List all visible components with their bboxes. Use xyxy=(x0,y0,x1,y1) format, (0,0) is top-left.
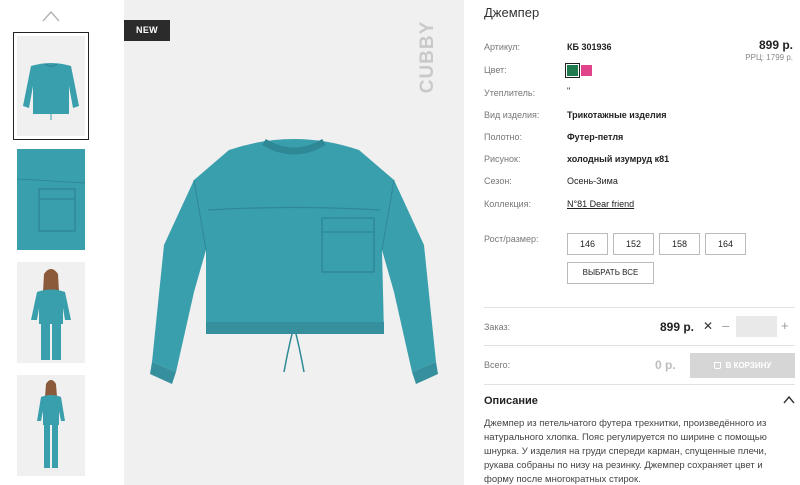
recommended-price: РРЦ: 1799 р. xyxy=(745,53,793,62)
main-product-photo[interactable]: NEW CUBBY xyxy=(124,0,464,485)
color-swatch-pink[interactable] xyxy=(581,65,592,76)
thumbnail-1[interactable] xyxy=(13,32,89,140)
product-page: NEW CUBBY Джемпер 899 р. РРЦ: 1799 р. Ар… xyxy=(0,0,800,485)
size-button-152[interactable]: 152 xyxy=(613,233,654,255)
order-label: Заказ: xyxy=(484,322,511,332)
thumbnail-2[interactable] xyxy=(17,149,85,250)
add-to-cart-label: В КОРЗИНУ xyxy=(725,361,772,370)
description-title: Описание xyxy=(484,395,538,407)
product-title: Джемпер xyxy=(484,5,540,20)
thumbnail-model-front-image xyxy=(17,262,85,363)
total-value: 0 р. xyxy=(655,358,676,372)
product-price: 899 р. xyxy=(758,38,793,52)
size-button-164[interactable]: 164 xyxy=(705,233,746,255)
quantity-minus-button[interactable]: – xyxy=(722,318,729,333)
quantity-input[interactable] xyxy=(736,316,777,337)
divider xyxy=(484,345,795,346)
spec-label-article: Артикул: xyxy=(484,42,521,52)
spec-label-insulation: Утеплитель: xyxy=(484,88,536,98)
spec-label-fabric: Полотно: xyxy=(484,132,523,142)
collection-link[interactable]: N°81 Dear friend xyxy=(567,199,634,209)
order-price: 899 р. xyxy=(660,320,695,334)
select-all-button[interactable]: ВЫБРАТЬ ВСЕ xyxy=(567,262,654,284)
thumbnail-4[interactable] xyxy=(17,375,85,476)
bag-icon xyxy=(713,362,721,369)
size-label: Рост/размер: xyxy=(484,234,539,244)
add-to-cart-button[interactable]: В КОРЗИНУ xyxy=(690,353,795,378)
thumbnail-pocket-image xyxy=(17,149,85,250)
spec-value-fabric: Футер-петля xyxy=(567,132,624,142)
divider xyxy=(484,384,795,385)
size-button-158[interactable]: 158 xyxy=(659,233,700,255)
size-button-146[interactable]: 146 xyxy=(567,233,608,255)
divider xyxy=(484,307,795,308)
spec-label-color: Цвет: xyxy=(484,65,507,75)
quantity-plus-button[interactable]: + xyxy=(781,318,789,333)
spec-label-collection: Коллекция: xyxy=(484,199,532,209)
thumbnail-3[interactable] xyxy=(17,262,85,363)
total-label: Всего: xyxy=(484,360,511,370)
spec-value-pattern: холодный изумруд к81 xyxy=(567,154,670,164)
spec-label-season: Сезон: xyxy=(484,176,512,186)
color-swatch-green[interactable] xyxy=(565,63,580,78)
spec-value-season: Осень-Зима xyxy=(567,176,618,186)
sweatshirt-image xyxy=(150,138,438,384)
description-text: Джемпер из петельчатого футера трехнитки… xyxy=(484,418,767,485)
spec-value-insulation: " xyxy=(567,86,571,96)
spec-label-pattern: Рисунок: xyxy=(484,154,521,164)
chevron-up-icon[interactable] xyxy=(41,9,61,23)
chevron-up-icon[interactable] xyxy=(783,395,795,405)
thumbnail-model-full-image xyxy=(17,375,85,476)
spec-value-kind: Трикотажные изделия xyxy=(567,110,667,120)
thumbnail-sweatshirt-image xyxy=(17,36,85,136)
remove-icon[interactable]: ✕ xyxy=(703,319,713,333)
spec-value-article: КБ 301936 xyxy=(567,42,612,52)
spec-label-kind: Вид изделия: xyxy=(484,110,540,120)
